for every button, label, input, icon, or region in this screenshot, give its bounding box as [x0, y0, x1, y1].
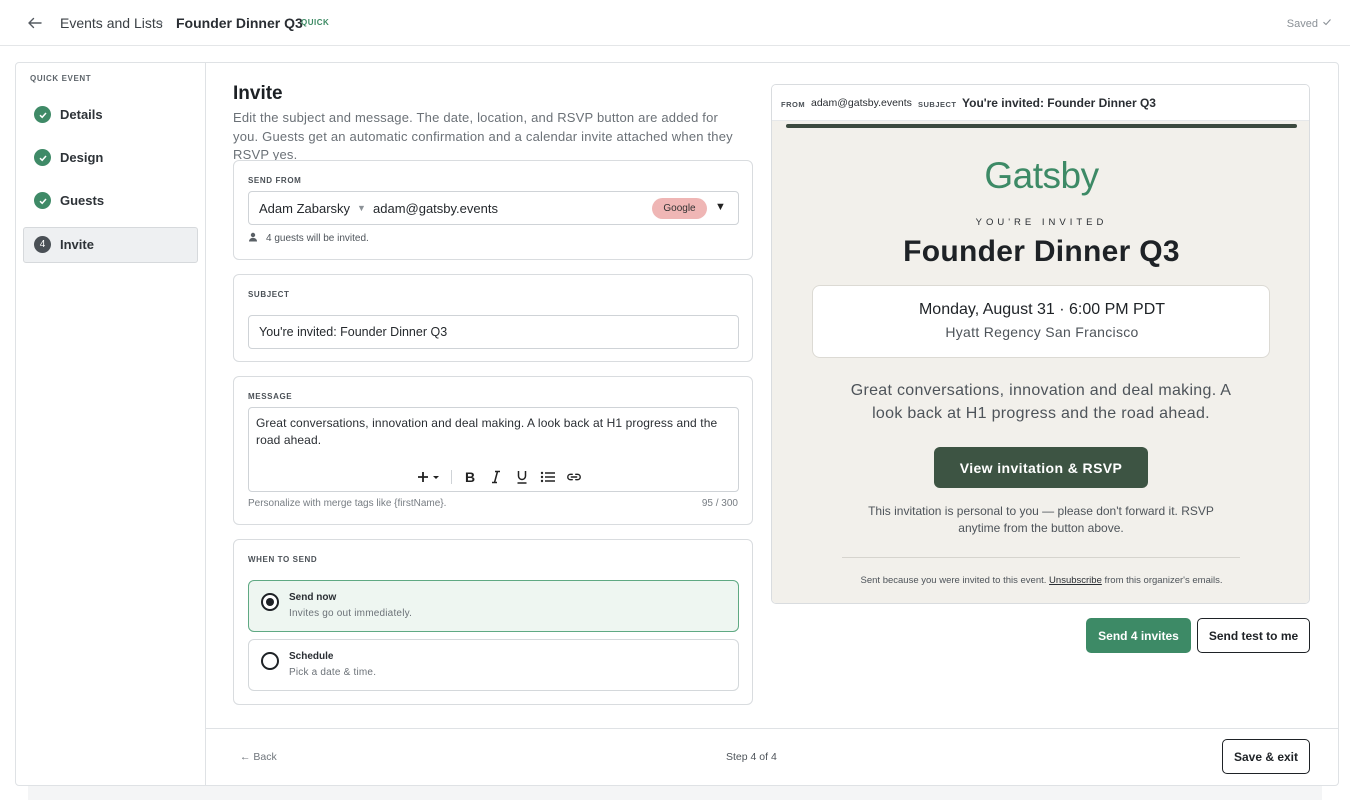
step-details[interactable]: Details	[23, 97, 198, 133]
send-invites-button[interactable]: Send 4 invites	[1086, 618, 1191, 653]
from-value: adam@gatsby.events	[811, 97, 912, 109]
subject-label: SUBJECT	[248, 290, 290, 299]
page-description: Edit the subject and message. The date, …	[233, 110, 733, 162]
step-indicator: Step 4 of 4	[726, 751, 777, 763]
brand-logo: Gatsby	[984, 155, 1099, 196]
insert-plus-icon[interactable]	[417, 469, 441, 485]
from-label: FROM	[781, 100, 806, 109]
save-exit-button[interactable]: Save & exit	[1222, 739, 1310, 774]
rsvp-cta-button[interactable]: View invitation & RSVP	[934, 447, 1148, 488]
message-card: MESSAGE Great conversations, innovation …	[233, 376, 753, 525]
sender-select[interactable]: Adam Zabarsky ▼ adam@gatsby.events Googl…	[248, 191, 739, 225]
bullet-list-icon[interactable]	[540, 469, 556, 485]
step-design[interactable]: Design	[23, 140, 198, 176]
subject-value: You're invited: Founder Dinner Q3	[259, 325, 448, 339]
message-textarea[interactable]: Great conversations, innovation and deal…	[248, 407, 739, 492]
step-complete-check-icon	[34, 149, 51, 166]
step-guests[interactable]: Guests	[23, 183, 198, 219]
sender-email: adam@gatsby.events	[373, 201, 498, 216]
step-invite[interactable]: 4 Invite	[23, 227, 198, 263]
option-title: Send now	[289, 592, 337, 603]
character-count: 95 / 300	[701, 498, 738, 509]
schedule-option[interactable]: Schedule Pick a date & time.	[248, 639, 739, 691]
svg-text:B: B	[465, 470, 475, 484]
send-from-label: SEND FROM	[248, 176, 302, 185]
page-title: Invite	[233, 83, 283, 104]
option-subtitle: Invites go out immediately.	[289, 608, 413, 619]
italic-icon[interactable]	[488, 469, 504, 485]
email-footer: Sent because you were invited to this ev…	[772, 575, 1309, 586]
step-label: Design	[60, 150, 104, 165]
person-icon	[248, 232, 258, 245]
step-label: Invite	[60, 237, 94, 252]
footer-text: Sent because you were invited to this ev…	[860, 575, 1047, 586]
email-preview: FROM adam@gatsby.events SUBJECT You're i…	[771, 84, 1310, 604]
underline-icon[interactable]	[514, 469, 530, 485]
preview-header: FROM adam@gatsby.events SUBJECT You're i…	[772, 85, 1309, 121]
step-label: Details	[60, 107, 103, 122]
formatting-toolbar: B	[417, 468, 582, 486]
preview-message: Great conversations, innovation and deal…	[850, 382, 1232, 422]
guest-count-text: 4 guests will be invited.	[266, 233, 369, 244]
header-strip	[786, 124, 1297, 128]
event-date: Monday, August 31 · 6:00 PM PDT	[918, 301, 1166, 318]
send-now-option[interactable]: Send now Invites go out immediately.	[248, 580, 739, 632]
back-button[interactable]: ← Back	[240, 751, 277, 763]
message-value: Great conversations, innovation and deal…	[256, 416, 718, 447]
step-number: 4	[34, 236, 51, 253]
date-location-card: Monday, August 31 · 6:00 PM PDT Hyatt Re…	[812, 285, 1270, 358]
bold-icon[interactable]: B	[462, 469, 478, 485]
preview-body: Gatsby YOU'RE INVITED Founder Dinner Q3 …	[772, 121, 1309, 603]
saved-status: Saved	[1287, 17, 1332, 30]
saved-label: Saved	[1286, 17, 1318, 30]
back-arrow-icon[interactable]	[26, 14, 44, 32]
option-title: Schedule	[289, 651, 334, 662]
merge-tags-hint: Personalize with merge tags like {firstN…	[248, 498, 447, 509]
option-subtitle: Pick a date & time.	[289, 667, 377, 678]
top-bar: Events and Lists › Founder Dinner Q3 QUI…	[0, 0, 1350, 46]
event-title: Founder Dinner Q3	[903, 235, 1180, 268]
step-complete-check-icon	[34, 192, 51, 209]
page-bottom-strip	[28, 786, 1322, 800]
subject-card: SUBJECT You're invited: Founder Dinner Q…	[233, 274, 753, 362]
subject-value: You're invited: Founder Dinner Q3	[962, 96, 1156, 110]
subject-input[interactable]: You're invited: Founder Dinner Q3	[248, 315, 739, 349]
subject-label: SUBJECT	[918, 100, 957, 109]
radio-selected[interactable]	[261, 593, 279, 611]
guest-count-note: 4 guests will be invited.	[248, 232, 369, 245]
provider-badge: Google	[652, 198, 707, 219]
toolbar-divider	[451, 470, 452, 484]
divider	[842, 557, 1240, 558]
radio-unselected[interactable]	[261, 652, 279, 670]
invite-kicker: YOU'RE INVITED	[975, 217, 1108, 228]
unsubscribe-link[interactable]: Unsubscribe	[1049, 575, 1102, 586]
caret-down-icon: ▼	[357, 203, 366, 213]
sidebar-section-label: QUICK EVENT	[30, 74, 92, 83]
when-to-send-card: WHEN TO SEND Send now Invites go out imm…	[233, 539, 753, 705]
breadcrumb-separator: ›	[159, 15, 163, 29]
footer-text: from this organizer's emails.	[1104, 575, 1223, 586]
dropdown-caret-icon[interactable]: ▼	[715, 201, 726, 213]
send-test-button[interactable]: Send test to me	[1197, 618, 1310, 653]
quick-badge: QUICK	[301, 18, 330, 27]
when-to-send-label: WHEN TO SEND	[248, 555, 318, 564]
link-icon[interactable]	[566, 469, 582, 485]
breadcrumb-root-link[interactable]: Events and Lists	[60, 15, 163, 31]
personal-note: This invitation is personal to you — ple…	[868, 504, 1214, 535]
step-label: Guests	[60, 193, 105, 208]
breadcrumb-current: Founder Dinner Q3	[176, 15, 303, 31]
sender-name: Adam Zabarsky	[259, 201, 351, 216]
check-icon	[1322, 17, 1332, 30]
message-label: MESSAGE	[248, 392, 293, 401]
event-venue: Hyatt Regency San Francisco	[945, 324, 1139, 340]
send-from-card: SEND FROM Adam Zabarsky ▼ adam@gatsby.ev…	[233, 160, 753, 260]
step-complete-check-icon	[34, 106, 51, 123]
